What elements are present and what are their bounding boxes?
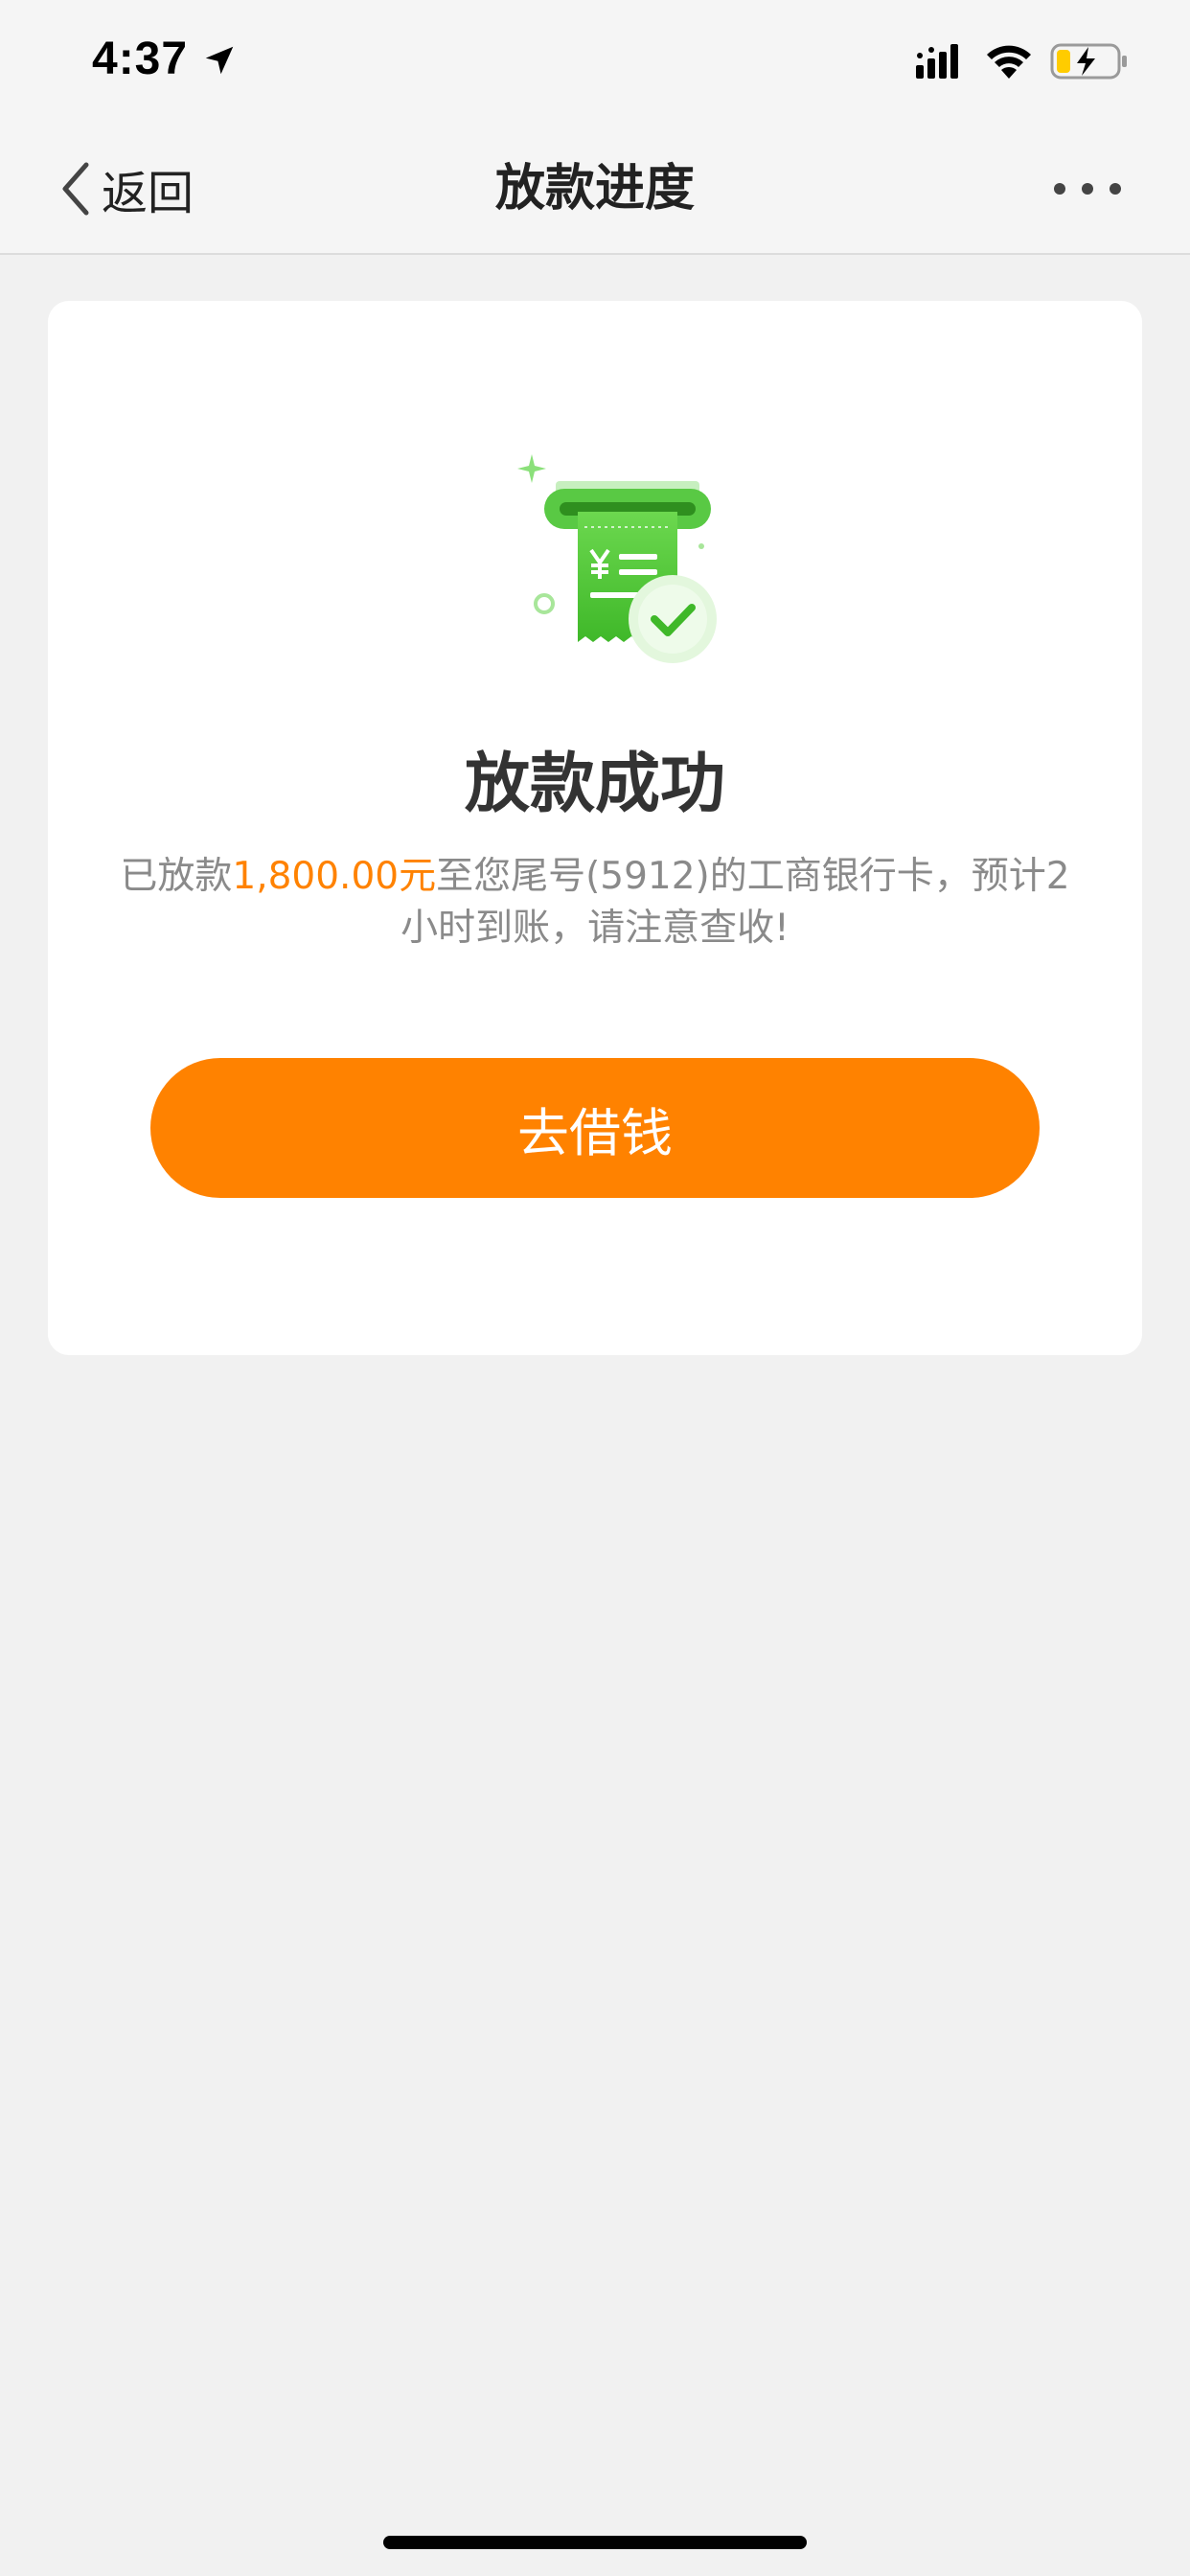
battery-charging-icon	[1050, 43, 1127, 80]
status-bar: 4:37	[0, 0, 1190, 126]
status-time: 4:37	[92, 34, 189, 84]
result-card: 放款成功 已放款1,800.00元至您尾号(5912)的工商银行卡，预计2小时到…	[48, 301, 1142, 1355]
wifi-icon	[987, 45, 1031, 79]
cellular-signal-icon	[916, 44, 958, 79]
borrow-button[interactable]: 去借钱	[150, 1058, 1040, 1198]
result-title: 放款成功	[464, 747, 725, 822]
desc-prefix: 已放款	[120, 855, 233, 898]
more-dots-icon[interactable]	[1044, 174, 1131, 203]
result-description: 已放款1,800.00元至您尾号(5912)的工商银行卡，预计2小时到账，请注意…	[105, 851, 1085, 954]
location-arrow-icon	[205, 46, 234, 75]
nav-bar: 返回 放款进度	[0, 126, 1190, 255]
loan-amount: 1,800.00元	[232, 855, 437, 898]
page-title: 放款进度	[494, 160, 695, 218]
desc-suffix: 至您尾号(5912)的工商银行卡，预计2小时到账，请注意查收!	[400, 855, 1070, 950]
receipt-success-icon	[517, 454, 717, 663]
home-indicator[interactable]	[383, 2536, 807, 2549]
